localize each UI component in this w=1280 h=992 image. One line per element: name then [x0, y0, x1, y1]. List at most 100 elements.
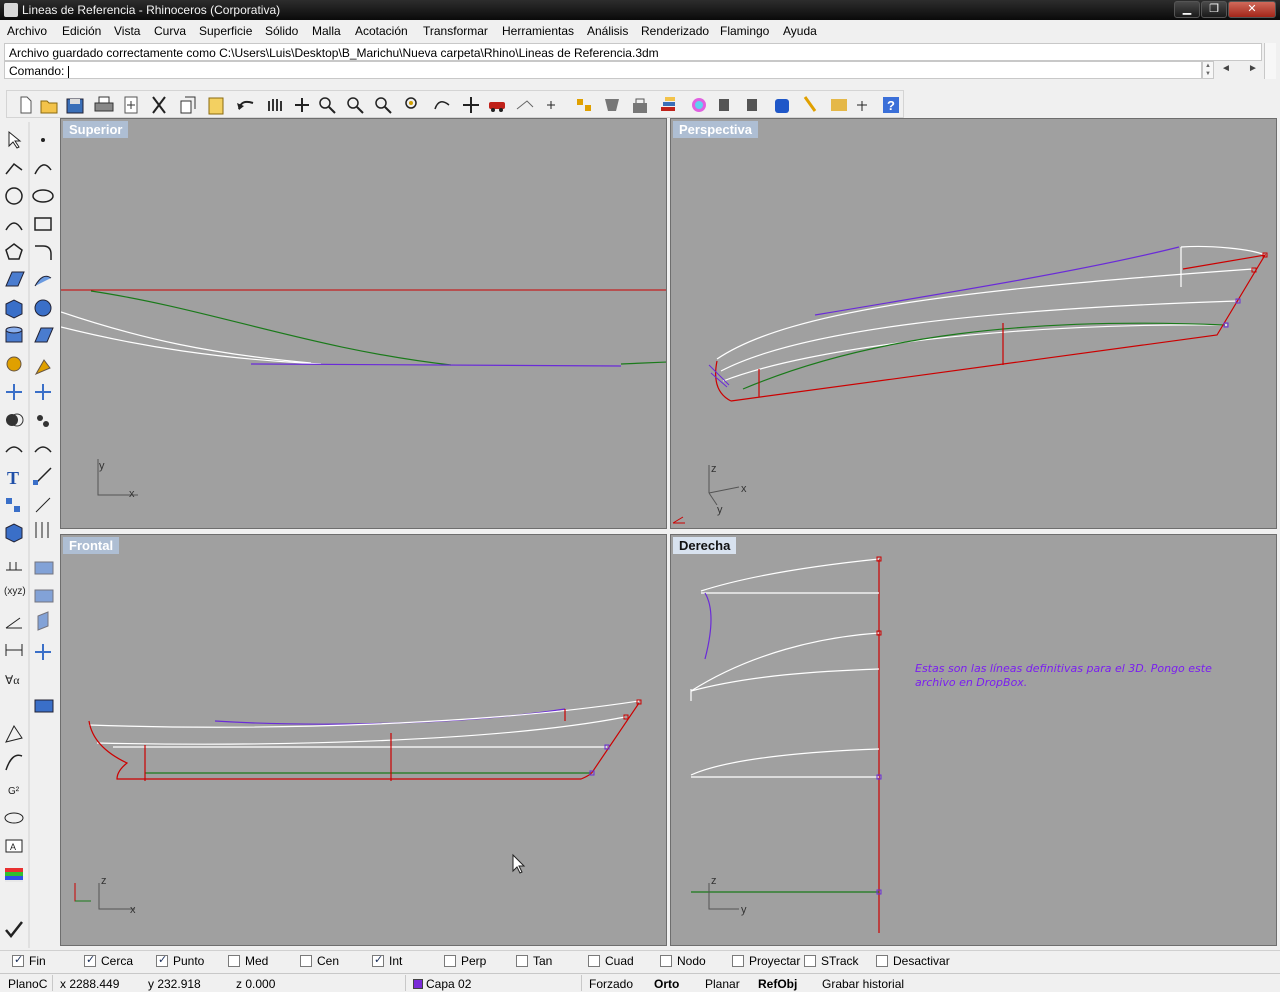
fillet-curve-icon[interactable]: [35, 245, 52, 260]
osnap-icon[interactable]: [857, 101, 867, 111]
osnap-proyectar[interactable]: Proyectar: [732, 954, 800, 970]
view-perspective-icon[interactable]: [37, 611, 49, 631]
boolean-icon[interactable]: [6, 413, 24, 427]
fillet-icon[interactable]: [5, 446, 23, 453]
scale-icon[interactable]: [35, 497, 51, 513]
osnap-desactivar-checkbox[interactable]: [876, 955, 888, 967]
copy-icon[interactable]: [180, 96, 196, 114]
world-icon[interactable]: [34, 699, 54, 713]
new-icon[interactable]: [20, 96, 32, 114]
options-icon[interactable]: [831, 99, 847, 111]
status-cplane[interactable]: PlanoC: [8, 977, 47, 991]
osnap-cuad-checkbox[interactable]: [588, 955, 600, 967]
osnap-cuad[interactable]: Cuad: [588, 954, 634, 970]
osnap-punto-checkbox[interactable]: [156, 953, 168, 967]
car-icon[interactable]: [489, 102, 505, 112]
cylinder-icon[interactable]: [5, 326, 23, 343]
menu-transformar[interactable]: Transformar: [423, 24, 488, 38]
move-icon[interactable]: [33, 467, 52, 485]
hide-icon[interactable]: [605, 99, 619, 111]
xyz-icon[interactable]: (xyz): [4, 586, 26, 597]
points-icon[interactable]: [547, 101, 555, 109]
osnap-perp[interactable]: Perp: [444, 954, 486, 970]
rectangle-icon[interactable]: [34, 217, 52, 231]
menu-flamingo[interactable]: Flamingo: [720, 24, 769, 38]
view-top-icon[interactable]: [34, 589, 54, 603]
osnap-fin[interactable]: Fin: [12, 953, 46, 970]
length-icon[interactable]: [5, 644, 23, 656]
grid-4view-icon[interactable]: [463, 97, 479, 113]
paste-icon[interactable]: [208, 97, 224, 115]
osnap-nodo-checkbox[interactable]: [660, 955, 672, 967]
help-icon[interactable]: ?: [883, 97, 899, 113]
viewport-front[interactable]: z x Frontal: [60, 534, 667, 946]
osnap-cerca[interactable]: Cerca: [84, 953, 133, 970]
command-prev-arrow[interactable]: ◄: [1221, 63, 1231, 74]
shaded-icon[interactable]: [775, 99, 789, 113]
osnap-cen[interactable]: Cen: [300, 954, 339, 970]
analyze-icon[interactable]: G²: [8, 786, 20, 797]
explode-icon[interactable]: [34, 359, 51, 376]
select-arrow-icon[interactable]: [8, 130, 22, 149]
osnap-proyectar-checkbox[interactable]: [732, 955, 744, 967]
undo-icon[interactable]: [237, 100, 254, 110]
block-icon[interactable]: [5, 523, 23, 543]
array-icon[interactable]: [6, 498, 20, 512]
dimension-icon[interactable]: [35, 522, 49, 538]
save-icon[interactable]: [66, 98, 84, 114]
point-icon[interactable]: [41, 138, 45, 142]
osnap-fin-checkbox[interactable]: [12, 953, 24, 967]
offset-icon[interactable]: [34, 446, 52, 453]
import-icon[interactable]: [124, 96, 138, 114]
surface-icon[interactable]: [5, 271, 25, 287]
menu-ayuda[interactable]: Ayuda: [783, 24, 817, 38]
status-ortho[interactable]: Orto: [654, 977, 679, 991]
annotation-note[interactable]: Estas son las líneas definitivas para el…: [915, 662, 1225, 690]
osnap-cen-checkbox[interactable]: [300, 955, 312, 967]
osnap-nodo[interactable]: Nodo: [660, 954, 706, 970]
status-osnap[interactable]: RefObj: [758, 977, 797, 991]
layers-icon[interactable]: [661, 97, 675, 111]
viewport-title-frontal[interactable]: Frontal: [63, 537, 120, 554]
group-icon[interactable]: [37, 415, 49, 427]
arc-icon[interactable]: [5, 222, 23, 231]
curve-icon[interactable]: [34, 164, 52, 175]
viewport-title-superior[interactable]: Superior: [63, 121, 129, 138]
pan-icon[interactable]: [268, 99, 282, 111]
render-preview-icon[interactable]: [747, 99, 757, 111]
command-spinner[interactable]: ▲ ▼: [1202, 61, 1214, 79]
osnap-strack-checkbox[interactable]: [804, 955, 816, 967]
ellipse-icon[interactable]: [32, 189, 54, 203]
zoom-dynamic-icon[interactable]: [319, 97, 336, 114]
viewport-title-derecha[interactable]: Derecha: [673, 537, 737, 554]
osnap-cerca-checkbox[interactable]: [84, 953, 96, 967]
material-icon[interactable]: [692, 98, 706, 112]
menu-solido[interactable]: Sólido: [265, 24, 298, 38]
viewport-top[interactable]: y x Superior: [60, 118, 667, 529]
command-next-arrow[interactable]: ►: [1248, 63, 1258, 74]
cut-icon[interactable]: [152, 96, 166, 114]
trim-icon[interactable]: [6, 384, 22, 400]
properties-icon[interactable]: [5, 754, 23, 771]
osnap-med-checkbox[interactable]: [228, 955, 240, 967]
drop-icon[interactable]: [516, 100, 534, 110]
circle-icon[interactable]: [5, 187, 23, 205]
grid-icon[interactable]: [6, 562, 22, 571]
rhino-app-icon[interactable]: [4, 3, 18, 17]
view-4-icon[interactable]: [35, 644, 51, 660]
menu-analisis[interactable]: Análisis: [587, 24, 628, 38]
status-planar[interactable]: Planar: [705, 977, 740, 991]
layer-icon[interactable]: [5, 868, 23, 882]
osnap-med[interactable]: Med: [228, 954, 268, 970]
planar-surface-icon[interactable]: [34, 327, 54, 343]
light-icon[interactable]: [803, 96, 817, 112]
viewport-perspective[interactable]: z x y Perspectiva: [670, 118, 1277, 529]
menu-malla[interactable]: Malla: [312, 24, 341, 38]
surface-edit-icon[interactable]: [34, 275, 52, 287]
menu-edicion[interactable]: Edición: [62, 24, 101, 38]
osnap-strack[interactable]: STrack: [804, 954, 859, 970]
menu-renderizado[interactable]: Renderizado: [641, 24, 709, 38]
rotate-view-icon[interactable]: [295, 98, 309, 112]
render-icon[interactable]: [719, 99, 729, 111]
print-icon[interactable]: [94, 96, 114, 112]
